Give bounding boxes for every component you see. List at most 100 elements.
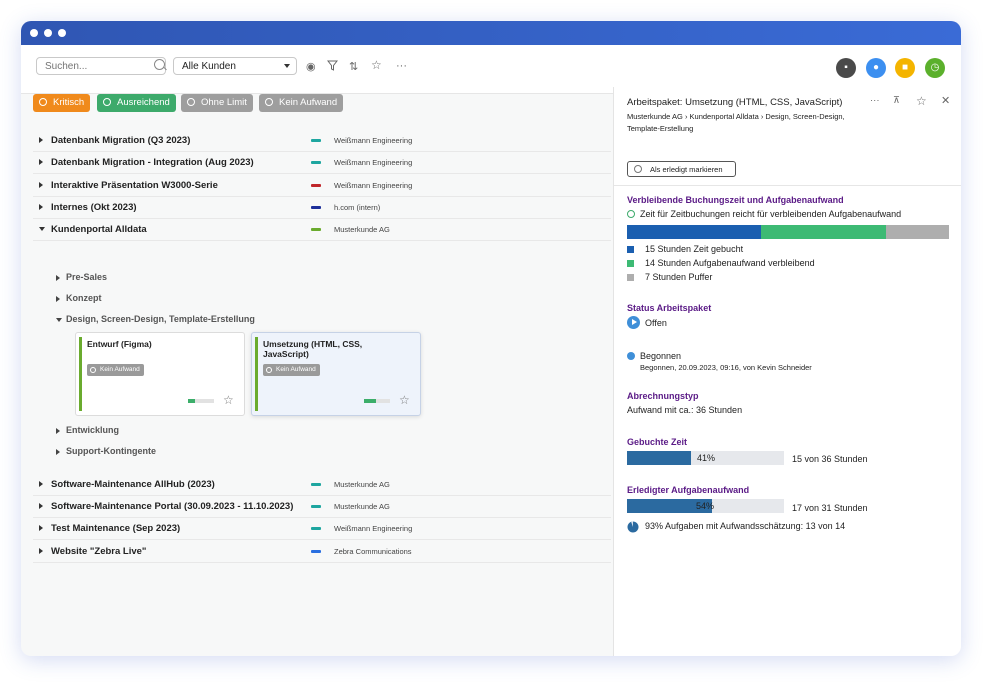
customer-select[interactable]: Alle Kunden [173, 57, 297, 75]
project-row[interactable]: Software-Maintenance AllHub (2023) Muster… [33, 473, 611, 496]
project-row[interactable]: Kundenportal Alldata Musterkunde AG [33, 218, 611, 241]
done-pct: 54% [696, 501, 715, 511]
card-status-edge [79, 337, 82, 411]
booked-heading: Gebuchte Zeit [627, 437, 688, 447]
star-icon[interactable]: ☆ [223, 393, 234, 407]
done-heading: Erledigter Aufgabenaufwand [627, 485, 750, 495]
project-row[interactable]: Internes (Okt 2023) h.com (intern) [33, 196, 611, 219]
legend-swatch [627, 246, 634, 253]
filter-chip[interactable]: Kein Aufwand [259, 94, 344, 112]
circle-icon [265, 98, 273, 106]
project-row[interactable]: Datenbank Migration (Q3 2023) Weißmann En… [33, 129, 611, 152]
work-package-card[interactable]: Entwurf (Figma) Kein Aufwand ☆ [75, 332, 245, 416]
mark-done-label: Als erledigt markieren [650, 165, 723, 174]
subgroup-item[interactable]: Design, Screen-Design, Template-Erstellu… [56, 314, 255, 324]
filter-chip[interactable]: Ausreichend [97, 94, 176, 112]
bell-icon[interactable]: ● [866, 58, 886, 78]
circle-icon [90, 367, 96, 373]
window-dot-3[interactable] [58, 29, 66, 37]
status-bar [311, 184, 321, 187]
subgroup-item[interactable]: Konzept [56, 293, 102, 303]
star-icon[interactable]: ☆ [371, 58, 382, 72]
pin-icon[interactable]: ⊼ [893, 95, 900, 106]
mark-done-button[interactable]: Als erledigt markieren [627, 161, 736, 177]
chevron-right-icon[interactable] [39, 503, 43, 509]
project-name: Test Maintenance (Sep 2023) [51, 523, 181, 534]
stack-segment [886, 225, 949, 239]
project-row[interactable]: Datenbank Migration - Integration (Aug 2… [33, 151, 611, 174]
project-name: Software-Maintenance AllHub (2023) [51, 479, 215, 490]
circle-icon [187, 98, 195, 106]
client-name: Weißmann Engineering [334, 181, 413, 190]
client-name: Weißmann Engineering [334, 158, 413, 167]
chevron-down-icon[interactable] [39, 227, 45, 231]
clock-icon[interactable]: ◷ [925, 58, 945, 78]
chevron-right-icon[interactable] [39, 159, 43, 165]
legend-label: 15 Stunden Zeit gebucht [645, 244, 744, 254]
star-icon[interactable]: ☆ [399, 393, 410, 407]
client-name: Weißmann Engineering [334, 524, 413, 533]
card-progress-fill [188, 399, 195, 403]
client-name: Musterkunde AG [334, 502, 390, 511]
status-value: Offen [645, 318, 667, 328]
close-icon[interactable]: ✕ [941, 94, 950, 107]
more-icon[interactable]: ··· [870, 95, 880, 106]
legend-label: 14 Stunden Aufgabenaufwand verbleibend [645, 258, 815, 268]
billing-heading: Abrechnungstyp [627, 391, 699, 401]
legend-swatch [627, 260, 634, 267]
app-window: Alle Kunden ◉ ⇅ ☆ ··· ▪ ● ■ ◷ Kritisch Ausre… [21, 21, 961, 656]
chevron-right-icon[interactable] [39, 525, 43, 531]
chevron-right-icon[interactable] [56, 449, 60, 455]
filter-icon[interactable] [326, 60, 339, 74]
search-input[interactable] [36, 57, 166, 75]
pie-progress-icon [627, 520, 639, 538]
project-row[interactable]: Software-Maintenance Portal (30.09.2023 … [33, 495, 611, 518]
chevron-right-icon[interactable] [39, 548, 43, 554]
subgroup-item[interactable]: Entwicklung [56, 425, 120, 435]
status-heading: Status Arbeitspaket [627, 303, 712, 313]
window-dot-1[interactable] [30, 29, 38, 37]
status-bar [311, 483, 321, 486]
card-progress-bar [364, 399, 390, 403]
work-package-card[interactable]: Umsetzung (HTML, CSS, JavaScript) Kein Au… [251, 332, 421, 416]
window-dot-2[interactable] [44, 29, 52, 37]
project-name: Interaktive Präsentation W3000-Serie [51, 180, 218, 191]
chevron-right-icon[interactable] [56, 296, 60, 302]
chevron-right-icon[interactable] [39, 481, 43, 487]
more-icon[interactable]: ··· [396, 60, 407, 72]
filter-chip[interactable]: Ohne Limit [181, 94, 253, 112]
client-name: Musterkunde AG [334, 225, 390, 234]
note-icon[interactable]: ■ [895, 58, 915, 78]
subgroup-item[interactable]: Pre-Sales [56, 272, 107, 282]
chevron-right-icon[interactable] [39, 204, 43, 210]
chevron-right-icon[interactable] [39, 137, 43, 143]
booked-text: 15 von 36 Stunden [792, 454, 868, 464]
project-row[interactable]: Website "Zebra Live" Zebra Communications [33, 540, 611, 563]
project-row[interactable]: Test Maintenance (Sep 2023) Weißmann Engi… [33, 517, 611, 540]
subgroup-label: Support-Kontingente [66, 446, 156, 456]
status-bar [311, 228, 321, 231]
subgroup-item[interactable]: Support-Kontingente [56, 446, 156, 456]
project-name: Kundenportal Alldata [51, 224, 147, 235]
project-row[interactable]: Interaktive Präsentation W3000-Serie Weiß… [33, 174, 611, 197]
legend-swatch [627, 274, 634, 281]
star-icon[interactable]: ☆ [916, 94, 927, 108]
filter-chip-label: Kritisch [53, 97, 85, 108]
folder-icon[interactable]: ▪ [836, 58, 856, 78]
subgroup-label: Entwicklung [66, 425, 120, 435]
sort-icon[interactable]: ⇅ [349, 60, 358, 73]
booked-time-bar: 41% [627, 451, 784, 465]
chevron-right-icon[interactable] [39, 182, 43, 188]
chevron-down-icon [284, 64, 290, 68]
chevron-down-icon[interactable] [56, 318, 62, 322]
client-name: h.com (intern) [334, 203, 381, 212]
eye-icon[interactable]: ◉ [306, 60, 316, 73]
search-icon[interactable] [154, 59, 165, 70]
title-bar [21, 21, 961, 45]
filter-chip[interactable]: Kritisch [33, 94, 91, 112]
booked-time-fill [627, 451, 692, 465]
card-tag-label: Kein Aufwand [100, 366, 140, 373]
chevron-right-icon[interactable] [56, 275, 60, 281]
chevron-right-icon[interactable] [56, 428, 60, 434]
play-icon [627, 316, 640, 329]
